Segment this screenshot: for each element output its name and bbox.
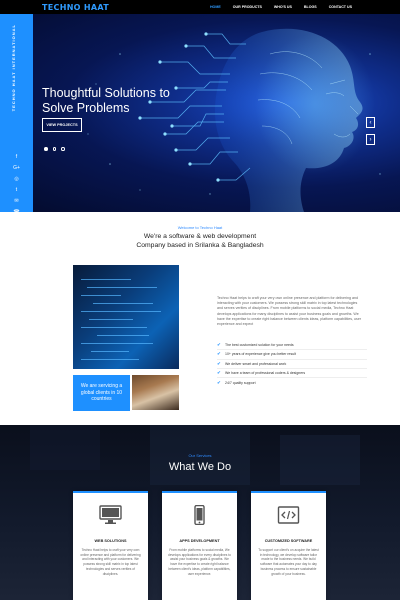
service-card-apps[interactable]: APPS DEVELOPMENT From mobile platforms t… xyxy=(162,491,237,600)
nav-item-blogs[interactable]: BLOGS xyxy=(298,5,323,9)
main-nav: HOME OUR PRODUCTS WHO'S US BLOGS CONTACT… xyxy=(204,5,358,9)
list-item: ✔ We deliver smart and professional work xyxy=(217,360,367,369)
chevron-left-icon: ‹ xyxy=(369,119,372,126)
chevron-right-icon: › xyxy=(369,136,372,143)
hero-title: Thoughtful Solutions to Solve Problems xyxy=(42,86,170,115)
check-icon: ✔ xyxy=(217,360,221,366)
slider-dot[interactable] xyxy=(61,147,65,151)
card-title: APPS DEVELOPMENT xyxy=(179,539,220,543)
card-title: WEB SOLUTIONS xyxy=(94,539,127,543)
nav-item-our-products[interactable]: OUR PRODUCTS xyxy=(227,5,268,9)
nav-item-contact-us[interactable]: CONTACT US xyxy=(323,5,358,9)
list-item: ✔ 24/7 quality support xyxy=(217,379,256,385)
about-body: Techno Haat helps to craft your very own… xyxy=(217,296,362,327)
code-icon xyxy=(277,506,300,524)
laptop-photo xyxy=(132,375,179,410)
social-links: f G+ ◎ t ✉ ☎ ⌂ xyxy=(0,154,33,212)
slider-dot[interactable] xyxy=(44,147,48,151)
email-icon[interactable]: ✉ xyxy=(13,198,21,204)
services-section: Our Services What We Do WEB SOLUTIONS Te… xyxy=(0,425,400,600)
slider-dots xyxy=(44,147,65,151)
about-heading: We're a software & web development Compa… xyxy=(0,232,400,250)
feature-checklist: ✔ The best customized solution for your n… xyxy=(217,341,367,387)
nav-item-home[interactable]: HOME xyxy=(204,5,227,9)
slider-next-button[interactable]: › xyxy=(366,134,375,145)
twitter-icon[interactable]: t xyxy=(13,187,21,193)
hero-slider: TECHNO HAAT INTERNATIONAL f G+ ◎ t ✉ ☎ ⌂… xyxy=(0,14,400,212)
about-heading-line2: Company based in Srilanka & Bangladesh xyxy=(136,242,264,249)
side-strip: TECHNO HAAT INTERNATIONAL f G+ ◎ t ✉ ☎ ⌂ xyxy=(0,14,33,212)
about-eyebrow: Welcome to Techno Haat xyxy=(177,225,223,230)
monitor-icon xyxy=(99,505,122,524)
global-clients-text: We are servicing a global clients in 10 … xyxy=(80,383,123,403)
list-item: ✔ The best customized solution for your n… xyxy=(217,341,367,351)
phone-icon[interactable]: ☎ xyxy=(13,209,21,212)
list-item: ✔ 10+ years of experience give you better… xyxy=(217,350,367,360)
logo[interactable]: TECHNO HAAT xyxy=(42,3,109,12)
check-icon: ✔ xyxy=(217,351,221,357)
service-card-software[interactable]: CUSTOMIZED SOFTWARE To support our clien… xyxy=(251,491,326,600)
card-text: From mobile platforms to social media, W… xyxy=(168,548,231,576)
services-eyebrow: Our Services xyxy=(188,453,212,458)
check-icon: ✔ xyxy=(217,379,221,385)
site-header: TECHNO HAAT HOME OUR PRODUCTS WHO'S US B… xyxy=(0,0,400,14)
check-icon: ✔ xyxy=(217,342,221,348)
side-title: TECHNO HAAT INTERNATIONAL xyxy=(11,24,16,112)
service-card-web[interactable]: WEB SOLUTIONS Techno Haat helps to craft… xyxy=(73,491,148,600)
view-projects-button[interactable]: VIEW PROJECTS xyxy=(42,118,82,132)
global-clients-card: We are servicing a global clients in 10 … xyxy=(73,375,130,411)
code-screen-image xyxy=(73,265,179,369)
card-text: Techno Haat helps to craft your very own… xyxy=(80,548,141,576)
slider-prev-button[interactable]: ‹ xyxy=(366,117,375,128)
card-title: CUSTOMIZED SOFTWARE xyxy=(264,539,313,543)
instagram-icon[interactable]: ◎ xyxy=(13,176,21,182)
list-item: ✔ We have a team of professional coders &… xyxy=(217,369,367,379)
facebook-icon[interactable]: f xyxy=(13,154,21,160)
about-heading-line1: We're a software & web development xyxy=(143,233,257,240)
nav-item-whos-us[interactable]: WHO'S US xyxy=(268,5,298,9)
card-text: To support our client's on acquire the l… xyxy=(258,548,319,576)
services-title: What We Do xyxy=(168,461,232,473)
mobile-icon xyxy=(194,505,205,525)
google-plus-icon[interactable]: G+ xyxy=(13,165,21,171)
check-icon: ✔ xyxy=(217,370,221,376)
slider-dot[interactable] xyxy=(52,147,56,151)
